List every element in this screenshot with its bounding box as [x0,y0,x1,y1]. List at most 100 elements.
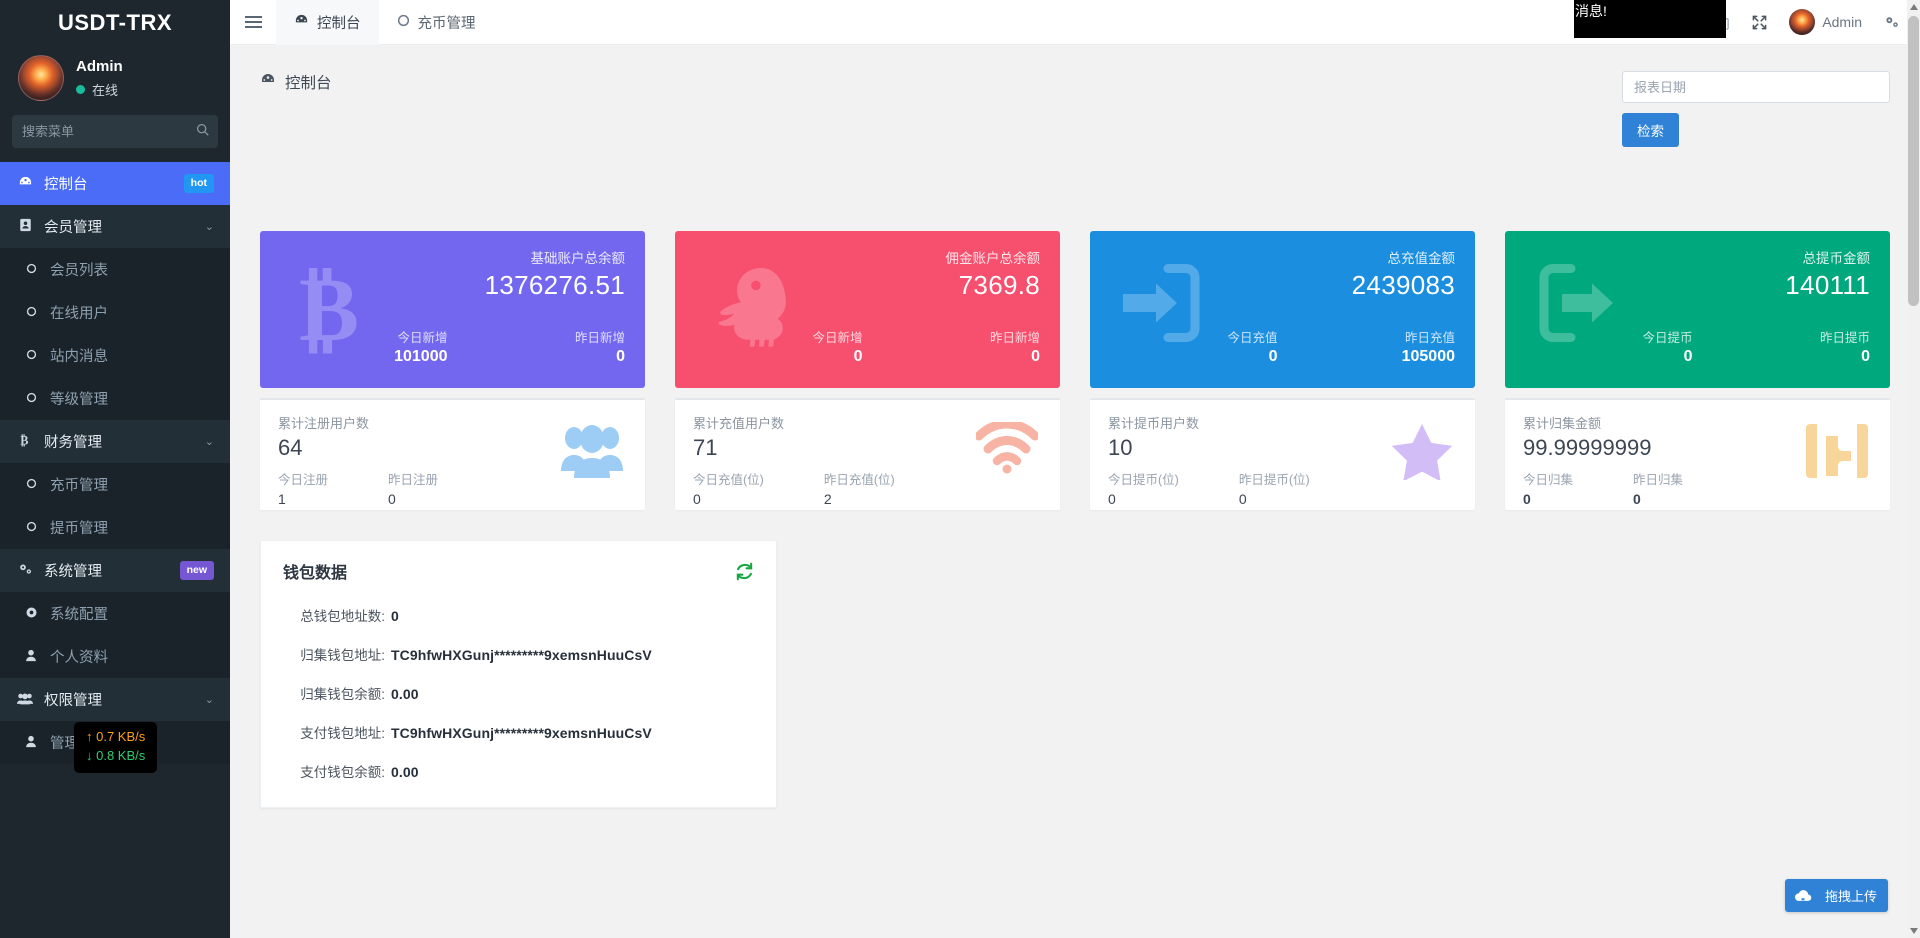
chevron-down-icon: ⌄ [204,436,214,448]
sidebar-search [0,115,230,162]
search-input[interactable] [12,115,218,148]
tab-deposit-management[interactable]: 充币管理 [379,0,494,45]
sidebar-item-site-messages[interactable]: 站内消息 [0,334,230,377]
sidebar-item-deposit-management[interactable]: 充币管理 [0,463,230,506]
sidebar-item-permission-management[interactable]: 权限管理 ⌄ [0,678,230,721]
dashboard-content: 控制台 检索 ₿ 基础账户总余额 1376276.51 [230,45,1920,938]
wallet-row-value: TC9hfwHXGunj*********9xemsnHuuCsV [391,647,652,663]
sidebar-item-finance-management[interactable]: ₿ 财务管理 ⌄ [0,420,230,463]
sidebar-item-label: 等级管理 [50,392,108,408]
wallet-row-label: 支付钱包地址: [300,726,385,741]
svg-text:₿: ₿ [20,433,28,447]
fullscreen-icon[interactable] [1752,15,1767,30]
card-total-deposit-users: 累计充值用户数 71 今日充值(位) 0 昨日充值(位) 2 [675,398,1060,510]
sidebar-item-member-management[interactable]: 会员管理 ⌄ [0,205,230,248]
wallet-row-label: 归集钱包地址: [300,648,385,663]
sidebar-item-withdraw-management[interactable]: 提币管理 [0,506,230,549]
parrot-icon [699,259,795,355]
wallet-row: 支付钱包余额: 0.00 [283,761,754,781]
search-button[interactable]: 检索 [1622,113,1679,147]
card-sub-right-label: 昨日新增 [989,331,1040,345]
sidebar-item-label: 充币管理 [50,478,108,494]
sidebar-item-dashboard[interactable]: 控制台 hot [0,162,230,205]
sidebar-item-profile[interactable]: 个人资料 [0,635,230,678]
wallet-rows: 总钱包地址数: 0 归集钱包地址: TC9hfwHXGunj*********9… [283,605,754,781]
redacted-text: 消息! [1575,3,1607,19]
tab-dashboard[interactable]: 控制台 [276,0,379,45]
user-name: Admin [1822,14,1862,30]
report-date-input[interactable] [1622,71,1890,103]
card-sub-right-value: 0 [388,490,396,507]
sidebar-item-system-management[interactable]: 系统管理 new [0,549,230,592]
avatar [18,55,64,101]
brand-title: USDT-TRX [0,0,230,45]
summary-cards-row: ₿ 基础账户总余额 1376276.51 今日新增 101000 昨日新增 0 [230,231,1920,388]
dashboard-icon [16,175,34,193]
stat-cards-row: 累计注册用户数 64 今日注册 1 昨日注册 0 累计充值用户数 71 今日充值… [230,398,1920,510]
profile-status-label: 在线 [92,82,119,98]
scroll-down-arrow-icon[interactable] [1910,928,1918,934]
tab-label: 控制台 [317,15,361,32]
sidebar-item-level-management[interactable]: 等级管理 [0,377,230,420]
user-menu[interactable]: Admin [1789,9,1862,35]
card-sub-left-value: 0 [693,490,701,507]
card-sub-right-label: 昨日充值(位) [823,472,895,487]
card-sub-left-label: 今日充值(位) [693,472,764,487]
sidebar: USDT-TRX Admin 在线 搜索菜单 控制台 hot 会员管理 ⌄ 会员… [0,0,230,938]
gear-icon[interactable] [1884,15,1900,29]
card-sub-left-value: 0 [1108,490,1116,507]
dashboard-icon [260,72,276,93]
card-sub-right-label: 昨日充值 [1404,331,1455,345]
card-sub-right-label: 昨日新增 [574,331,625,345]
sidebar-item-system-config[interactable]: 系统配置 [0,592,230,635]
wallet-row-label: 支付钱包余额: [300,765,385,780]
network-upload-speed: ↑ 0.7 KB/s [86,729,146,744]
card-sub-right-label: 昨日提币 [1819,331,1870,345]
card-commission-account-balance: 佣金账户总余额 7369.8 今日新增 0 昨日新增 0 [675,231,1060,388]
sidebar-toggle-button[interactable] [230,0,276,45]
circle-icon [22,392,40,406]
cloud-upload-icon [1784,879,1821,912]
circle-icon [22,263,40,277]
circle-icon [22,349,40,363]
id-card-icon [16,218,34,235]
card-sub-right-value: 0 [1238,490,1247,507]
scroll-up-arrow-icon[interactable] [1910,4,1918,10]
user-icon [22,735,40,751]
card-total-collected-amount: 累计归集金额 99.99999999 今日归集 0 昨日归集 0 [1505,398,1890,510]
chevron-down-icon: ⌄ [204,221,214,233]
sidebar-item-label: 控制台 [44,177,88,193]
wallet-data-panel: 钱包数据 总钱包地址数: 0 归集钱包地址: TC9hfwHXGunj*****… [260,540,777,808]
sidebar-item-label: 会员管理 [44,220,102,236]
report-filter: 检索 [1622,71,1890,147]
sidebar-menu: 控制台 hot 会员管理 ⌄ 会员列表 在线用户 站内消息 等级管理 ₿ 财务管… [0,162,230,764]
circle-icon [397,14,410,31]
sidebar-item-label: 个人资料 [50,650,108,666]
scrollbar-thumb[interactable] [1908,16,1919,306]
refresh-icon[interactable] [735,562,754,581]
wallet-row-label: 总钱包地址数: [300,609,385,624]
sidebar-profile[interactable]: Admin 在线 [0,45,230,115]
drag-upload-label: 拖拽上传 [1820,879,1888,912]
search-icon[interactable] [196,123,209,141]
user-icon [22,649,40,665]
wallet-row-label: 归集钱包余额: [300,687,385,702]
users-icon [561,422,623,484]
drag-upload-button[interactable]: 拖拽上传 [1784,879,1888,912]
sidebar-item-member-list[interactable]: 会员列表 [0,248,230,291]
circle-icon [22,306,40,320]
sidebar-item-online-users[interactable]: 在线用户 [0,291,230,334]
bitcoin-icon: ₿ [16,433,34,450]
wallet-row-value: TC9hfwHXGunj*********9xemsnHuuCsV [391,725,652,741]
card-sub-right-value: 0 [1861,348,1870,365]
wallet-row-value: 0.00 [391,686,419,702]
card-sub-right-value: 2 [823,490,832,507]
network-download-speed: ↓ 0.8 KB/s [86,747,146,763]
scrollbar[interactable] [1907,0,1920,938]
sidebar-item-label: 财务管理 [44,435,102,451]
card-sub-right-value: 0 [616,348,625,365]
card-sub-left-label: 今日归集 [1523,472,1574,487]
main-area: 控制台 充币管理 消息! 清除缓存 [230,0,1920,938]
profile-status: 在线 [76,80,123,99]
sidebar-item-label: 系统管理 [44,564,102,580]
